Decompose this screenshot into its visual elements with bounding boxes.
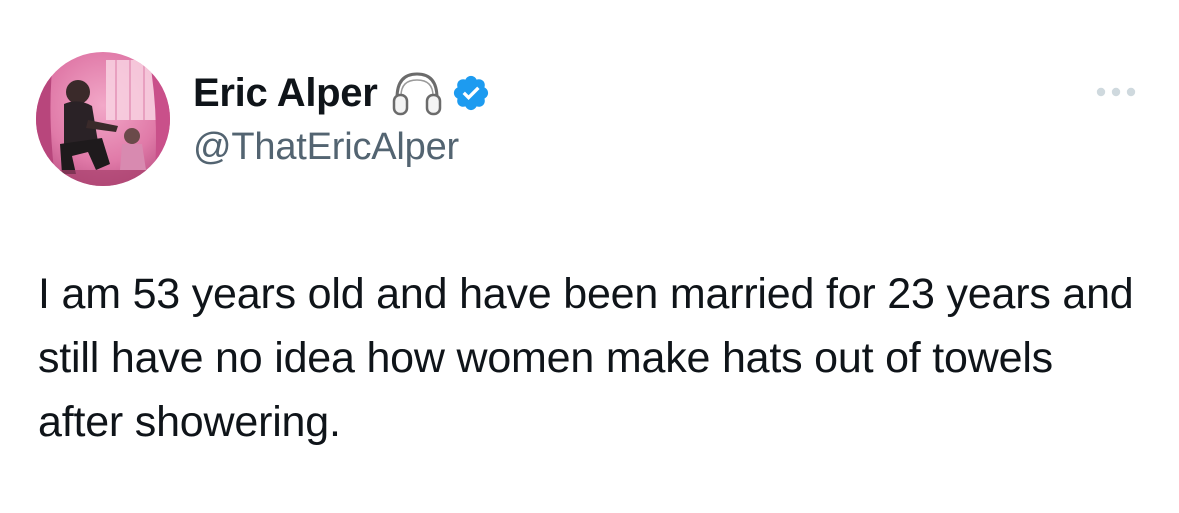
author-handle[interactable]: @ThatEricAlper [193, 124, 459, 170]
more-options-button[interactable] [1086, 78, 1146, 106]
headphones-icon [389, 68, 445, 118]
tweet-text: I am 53 years old and have been married … [38, 270, 1134, 446]
avatar-photo [36, 52, 170, 186]
verified-badge-icon[interactable] [451, 73, 491, 113]
more-options-icon [1096, 87, 1136, 97]
author-display-name[interactable]: Eric Alper [193, 68, 378, 118]
avatar[interactable] [36, 52, 170, 186]
author-name-row: Eric Alper [193, 68, 491, 118]
tweet-card: Eric Alper @ThatEricAlper I am 53 years … [0, 0, 1179, 513]
